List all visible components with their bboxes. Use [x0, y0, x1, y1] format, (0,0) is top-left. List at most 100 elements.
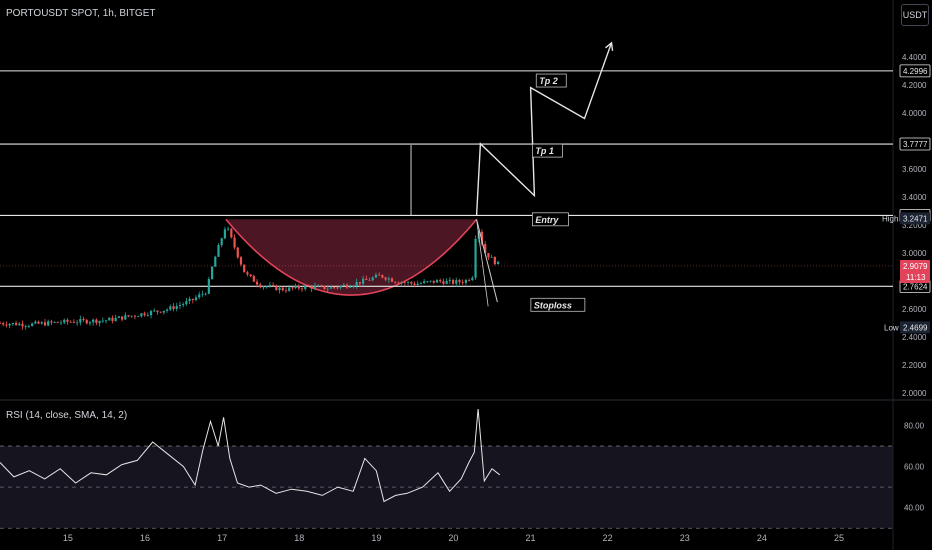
rsi-tick-label-1: 60.00	[904, 463, 925, 472]
price-chart[interactable]: Tp 2 Tp 1 Entry Stoploss 4.4000 4.2000 4.0000…	[0, 0, 932, 550]
candle-body-42	[133, 315, 137, 317]
candle-body-5	[14, 322, 18, 326]
candle-body-78	[249, 274, 252, 277]
candle-body-31	[98, 320, 101, 324]
candle-body-60	[191, 298, 194, 301]
candle-body-125	[400, 282, 403, 284]
x-tick-label-9: 24	[757, 533, 767, 543]
candle-body-28	[88, 322, 92, 324]
rsi-tick-label-2: 40.00	[904, 504, 925, 513]
candle-body-106	[339, 285, 342, 288]
candle-body-142	[455, 280, 458, 284]
candle-body-147	[471, 277, 474, 281]
candle-body-67	[214, 256, 217, 267]
candle-body-68	[217, 245, 220, 257]
y-tick-label-1: 4.2000	[902, 81, 927, 90]
candle-body-136	[435, 280, 439, 283]
candle-body-96	[307, 285, 310, 287]
candle-body-39	[124, 315, 127, 320]
candle-body-120	[384, 277, 387, 280]
candle-body-93	[297, 285, 300, 289]
y-tick-label-7: 3.0000	[902, 249, 927, 258]
candle-body-65	[207, 279, 210, 294]
candle-body-135	[432, 280, 435, 283]
candle-body-92	[294, 285, 297, 289]
candle-body-0	[0, 323, 2, 324]
candle-body-46	[146, 315, 149, 317]
candle-body-7	[21, 323, 24, 327]
candle-body-119	[381, 274, 384, 278]
candle-body-79	[252, 276, 255, 282]
candle-body-40	[127, 315, 130, 317]
candle-body-71	[227, 228, 230, 230]
candle-body-101	[323, 285, 326, 289]
candle-body-155	[496, 261, 500, 265]
candle-body-154	[493, 256, 496, 265]
candle-body-11	[34, 321, 37, 324]
candle-body-130	[416, 283, 419, 286]
candle-body-81	[259, 284, 262, 288]
candle-body-72	[230, 228, 233, 238]
candle-body-124	[397, 282, 400, 284]
candle-body-131	[419, 283, 423, 284]
candle-body-56	[178, 305, 182, 306]
candle-body-145	[464, 279, 468, 283]
candle-body-152	[487, 253, 490, 258]
candle-body-69	[220, 238, 223, 246]
candle-body-62	[198, 294, 201, 298]
stoploss-label: Stoploss	[534, 300, 572, 310]
candle-body-1	[2, 323, 5, 325]
candle-body-137	[439, 280, 442, 282]
candle-body-59	[188, 298, 191, 302]
candle-body-64	[204, 293, 207, 295]
candle-body-70	[223, 229, 227, 239]
candle-body-23	[72, 321, 76, 323]
candle-body-29	[92, 319, 95, 323]
candle-body-129	[413, 283, 416, 286]
candle-body-16	[50, 321, 53, 323]
candle-body-2	[5, 324, 8, 326]
candle-body-6	[18, 323, 21, 326]
candle-body-83	[265, 286, 268, 288]
candle-body-139	[445, 280, 448, 284]
candle-body-117	[374, 274, 378, 278]
tp2-label: Tp 2	[539, 76, 558, 86]
candle-body-48	[153, 310, 156, 312]
candle-body-118	[378, 274, 381, 276]
candle-body-14	[43, 322, 47, 326]
candle-body-58	[185, 301, 188, 305]
x-tick-label-6: 21	[526, 533, 536, 543]
y-tick-label-9: 2.6000	[902, 305, 927, 314]
candle-body-45	[143, 313, 146, 316]
candle-body-133	[426, 281, 429, 283]
candle-body-110	[352, 285, 355, 287]
candle-body-140	[448, 279, 451, 281]
candle-body-25	[79, 318, 82, 323]
candle-body-47	[149, 311, 153, 316]
candle-body-88	[281, 287, 284, 291]
candle-body-57	[182, 304, 185, 306]
candle-body-66	[210, 266, 214, 280]
low-label: Low	[884, 323, 899, 332]
candle-body-74	[236, 247, 239, 258]
high-label: High	[882, 214, 898, 223]
candle-body-34	[108, 317, 111, 321]
candle-body-76	[243, 264, 246, 273]
candle-body-22	[69, 321, 72, 323]
candle-body-107	[342, 284, 345, 286]
x-tick-label-2: 17	[217, 533, 227, 543]
candle-body-94	[300, 288, 304, 290]
candle-body-85	[272, 285, 275, 286]
candle-body-26	[82, 318, 85, 320]
candle-body-134	[429, 280, 432, 282]
candle-body-37	[117, 316, 120, 318]
candle-body-53	[169, 306, 172, 310]
high-value-badge: 3.2471	[903, 214, 928, 223]
currency-button[interactable]: USDT	[901, 4, 929, 26]
candle-body-113	[361, 278, 365, 284]
candle-body-73	[233, 237, 236, 248]
current-price-badge: 2.9079	[903, 262, 928, 271]
candle-body-132	[423, 281, 426, 284]
candle-body-38	[120, 316, 124, 320]
candle-body-127	[406, 282, 410, 283]
